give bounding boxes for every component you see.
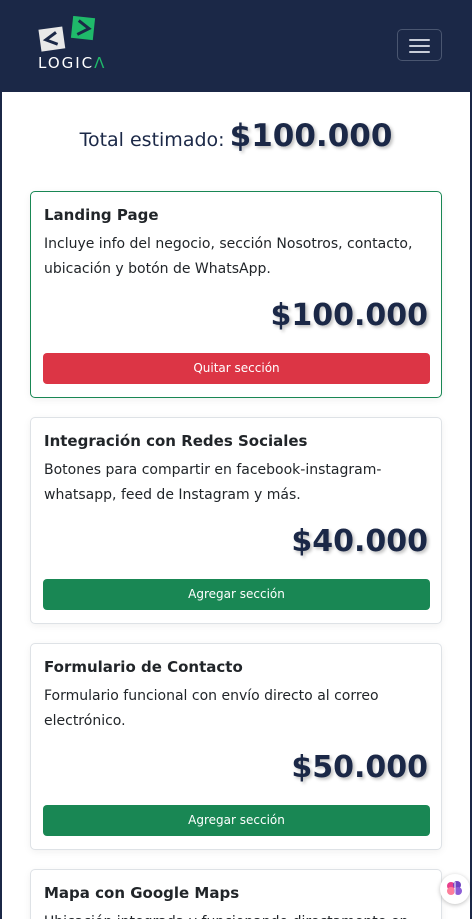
card-title: Mapa con Google Maps bbox=[44, 884, 240, 902]
card-description: Ubicación integrada y funcionando direct… bbox=[44, 910, 424, 919]
card-price: $40.000 bbox=[291, 524, 428, 559]
menu-toggle-button[interactable] bbox=[397, 29, 442, 61]
card-price: $50.000 bbox=[291, 750, 428, 785]
brain-icon bbox=[447, 881, 462, 895]
navbar: LOGICΛ bbox=[0, 0, 472, 92]
card-description: Incluye info del negocio, sección Nosotr… bbox=[44, 236, 413, 277]
total-estimate: Total estimado: $100.000 bbox=[0, 118, 472, 154]
card-title: Landing Page bbox=[44, 206, 159, 224]
service-card-contact-form: Formulario de Contacto Formulario funcio… bbox=[30, 643, 442, 850]
remove-section-button[interactable]: Quitar sección bbox=[43, 353, 430, 384]
brand-name-main: LOGIC bbox=[38, 54, 95, 72]
brand-name-accent: Λ bbox=[94, 54, 107, 72]
card-description: Botones para compartir en facebook-insta… bbox=[44, 462, 382, 503]
card-price: $100.000 bbox=[270, 298, 428, 333]
frame-border-left bbox=[0, 92, 2, 919]
card-title: Formulario de Contacto bbox=[44, 658, 243, 676]
brand-name[interactable]: LOGICΛ bbox=[38, 54, 106, 72]
card-title: Integración con Redes Sociales bbox=[44, 432, 308, 450]
add-section-button[interactable]: Agregar sección bbox=[43, 805, 430, 836]
assistant-button[interactable] bbox=[440, 874, 470, 904]
total-amount: $100.000 bbox=[229, 118, 393, 154]
add-section-button[interactable]: Agregar sección bbox=[43, 579, 430, 610]
total-label: Total estimado: bbox=[79, 129, 225, 151]
service-card-social-media: Integración con Redes Sociales Botones p… bbox=[30, 417, 442, 624]
service-card-landing-page: Landing Page Incluye info del negocio, s… bbox=[30, 191, 442, 398]
service-card-google-maps: Mapa con Google Maps Ubicación integrada… bbox=[30, 869, 442, 919]
hamburger-menu-icon bbox=[409, 39, 430, 41]
card-description: Formulario funcional con envío directo a… bbox=[44, 688, 379, 729]
